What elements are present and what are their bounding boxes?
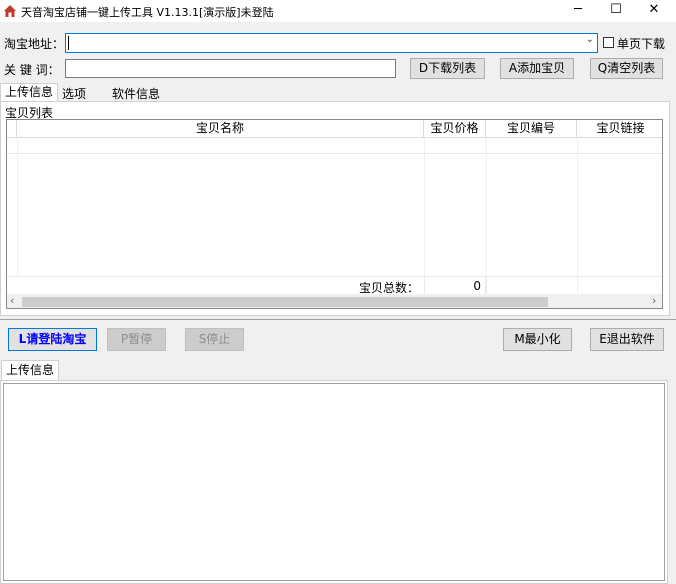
taobao-url-combobox[interactable]: ⌄ [65,33,598,53]
header-item-name[interactable]: 宝贝名称 [17,120,424,138]
app-home-icon [4,5,16,17]
title-bar: 天音淘宝店铺一键上传工具 V1.13.1[演示版]未登陆 ─ ☐ ✕ [0,0,676,22]
header-item-id[interactable]: 宝贝编号 [486,120,577,138]
close-window-button[interactable]: ✕ [637,0,671,22]
total-value: 0 [424,277,486,295]
single-page-checkbox[interactable] [603,37,614,48]
log-panel [0,380,668,584]
header-item-link[interactable]: 宝贝链接 [577,120,662,138]
horizontal-scrollbar[interactable]: ‹ › [7,294,662,308]
divider [0,319,676,320]
stop-button[interactable]: S停止 [185,328,244,351]
single-page-label[interactable]: 单页下载 [617,35,665,52]
header-item-price[interactable]: 宝贝价格 [424,120,486,138]
url-label: 淘宝地址： [4,37,65,51]
grid-line [17,138,18,276]
keyword-input[interactable] [65,59,396,78]
grid-line [486,138,487,294]
chevron-down-icon[interactable]: ⌄ [586,34,594,45]
clear-list-button[interactable]: Q清空列表 [590,58,663,79]
tab-panel: 宝贝列表 宝贝名称 宝贝价格 宝贝编号 宝贝链接 宝贝总数： 0 ‹ › [0,101,670,316]
scroll-left-icon[interactable]: ‹ [10,294,14,307]
minimize-app-button[interactable]: M最小化 [503,328,572,351]
exit-app-button[interactable]: E退出软件 [590,328,664,351]
table-header: 宝贝名称 宝贝价格 宝贝编号 宝贝链接 [7,120,662,138]
pause-button[interactable]: P暂停 [107,328,166,351]
text-cursor [68,36,69,50]
minimize-window-button[interactable]: ─ [561,0,595,22]
tab-upload-info[interactable]: 上传信息 [0,83,59,101]
item-list-table: 宝贝名称 宝贝价格 宝贝编号 宝贝链接 宝贝总数： 0 ‹ › [6,119,663,309]
scroll-right-icon[interactable]: › [652,294,656,307]
total-row: 宝贝总数： 0 [7,276,662,295]
scrollbar-thumb[interactable] [22,297,548,307]
keyword-label: 关 键 词： [4,63,60,77]
upload-log-textarea[interactable] [3,383,665,581]
grid-line [424,138,425,294]
maximize-window-button[interactable]: ☐ [599,0,633,22]
grid-line [577,138,578,294]
login-taobao-button[interactable]: L请登陆淘宝 [8,328,97,351]
window-title: 天音淘宝店铺一键上传工具 V1.13.1[演示版]未登陆 [21,6,274,19]
header-spacer [7,120,17,138]
add-item-button[interactable]: A添加宝贝 [500,58,574,79]
download-list-button[interactable]: D下载列表 [410,58,485,79]
log-tab-upload-info[interactable]: 上传信息 [1,360,60,380]
table-row[interactable] [7,138,662,154]
